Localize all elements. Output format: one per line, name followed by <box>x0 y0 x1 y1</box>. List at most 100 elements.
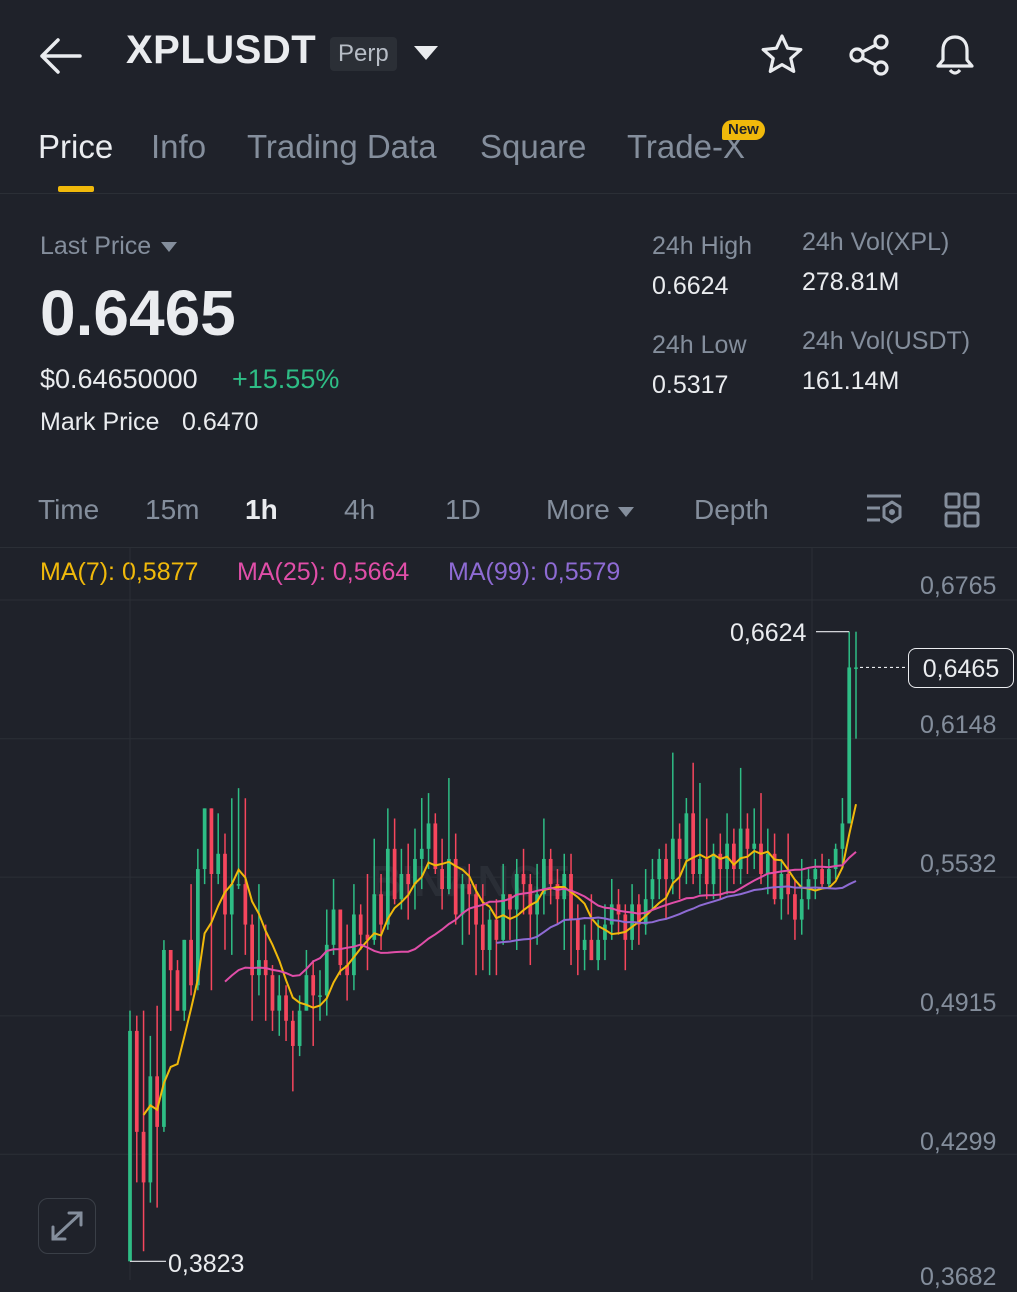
candle-body <box>406 874 411 885</box>
symbol-title[interactable]: XPLUSDT <box>126 28 316 73</box>
candle-body <box>677 838 682 859</box>
candle-body <box>338 909 343 966</box>
candle-body <box>297 1010 302 1046</box>
y-tick: 0,5532 <box>920 850 997 878</box>
interval-more[interactable]: More <box>546 494 634 526</box>
candle-body <box>820 869 824 885</box>
y-tick: 0,6148 <box>920 711 997 739</box>
low-value: 0.5317 <box>652 371 729 399</box>
candle-body <box>385 848 390 925</box>
mark-price-label: Mark Price <box>40 408 160 436</box>
candle-body <box>352 914 356 976</box>
star-icon[interactable] <box>759 32 805 78</box>
candle-body <box>528 884 533 915</box>
chart-grid <box>0 548 1017 1280</box>
candle-body <box>854 667 858 669</box>
candle-body <box>664 858 668 880</box>
candle-body <box>508 894 512 910</box>
vol-quote-value: 161.14M <box>802 367 900 395</box>
candle-body <box>745 828 750 849</box>
candle-body <box>826 869 831 885</box>
expand-icon <box>51 1211 83 1241</box>
candle-body <box>684 813 689 859</box>
candle-body <box>128 1030 132 1262</box>
tab-info[interactable]: Info <box>151 128 206 166</box>
candle-body <box>494 919 499 940</box>
y-tick: 0,4915 <box>920 989 997 1017</box>
vol-base-value: 278.81M <box>802 268 900 296</box>
candle-body <box>236 884 241 886</box>
interval-time[interactable]: Time <box>38 494 99 526</box>
candle-body <box>358 914 363 935</box>
fullscreen-button[interactable] <box>38 1198 96 1254</box>
grid-layout-icon[interactable] <box>944 492 980 528</box>
candle-body <box>175 970 180 1011</box>
tab-trading-data[interactable]: Trading Data <box>247 128 437 166</box>
candle-body <box>596 939 601 961</box>
candle-body <box>691 813 696 875</box>
candles <box>128 631 858 1262</box>
tab-price[interactable]: Price <box>38 128 113 166</box>
candle-body <box>148 1076 153 1183</box>
candle-body <box>331 909 336 945</box>
candle-body <box>134 1030 139 1132</box>
candle-body <box>548 858 553 885</box>
candlestick-chart[interactable]: BINANCE <box>0 548 1017 1280</box>
y-tick: 0,4299 <box>920 1128 997 1156</box>
candle-body <box>162 949 166 1127</box>
candle-body <box>270 975 275 1011</box>
candle-body <box>182 939 187 1011</box>
last-price: 0.6465 <box>40 277 236 349</box>
candle-body <box>793 894 797 920</box>
candle-body <box>799 899 804 920</box>
back-arrow-icon[interactable] <box>38 36 84 76</box>
active-tab-indicator <box>58 186 94 192</box>
candle-body <box>765 853 770 875</box>
candle-body <box>290 1020 295 1046</box>
candle-body <box>229 884 234 915</box>
symbol-dropdown-icon[interactable] <box>414 46 438 60</box>
candle-body <box>284 995 288 1021</box>
candle-body <box>623 914 628 940</box>
candle-body <box>223 853 227 915</box>
candle-body <box>243 884 248 925</box>
current-price-tag: 0,6465 <box>908 648 1014 688</box>
candle-body <box>480 924 485 950</box>
candle-body <box>650 879 655 900</box>
share-icon[interactable] <box>846 32 892 78</box>
candle-body <box>379 894 383 925</box>
usd-price: $0.64650000 <box>40 364 198 394</box>
vol-quote-label: 24h Vol(USDT) <box>802 327 971 355</box>
tab-square[interactable]: Square <box>480 128 586 166</box>
interval-1d[interactable]: 1D <box>445 494 481 526</box>
bell-icon[interactable] <box>932 32 978 78</box>
low-annotation: 0,3823 <box>168 1250 245 1278</box>
high-value: 0.6624 <box>652 272 729 300</box>
candle-body <box>603 924 607 940</box>
candle-body <box>433 823 438 870</box>
high-label: 24h High <box>652 232 753 260</box>
candle-body <box>460 884 465 915</box>
candle-body <box>141 1131 146 1183</box>
mark-price-value: 0.6470 <box>182 408 259 436</box>
last-price-label[interactable]: Last Price <box>40 232 178 261</box>
candle-body <box>589 939 594 961</box>
candle-body <box>759 843 763 875</box>
chart-settings-icon[interactable] <box>864 490 904 530</box>
candle-body <box>216 853 221 875</box>
high-annotation: 0,6624 <box>730 619 807 647</box>
interval-4h[interactable]: 4h <box>344 494 375 526</box>
new-badge: New <box>722 120 765 140</box>
caret-down-icon <box>161 242 178 253</box>
candle-body <box>202 808 207 870</box>
candle-body <box>786 874 791 895</box>
candle-body <box>718 853 723 870</box>
depth-tab[interactable]: Depth <box>694 494 769 526</box>
interval-1h[interactable]: 1h <box>245 494 278 526</box>
interval-15m[interactable]: 15m <box>145 494 199 526</box>
candle-body <box>582 939 587 950</box>
candle-body <box>277 995 282 1011</box>
tabs-divider <box>0 193 1017 194</box>
caret-down-icon <box>617 506 634 517</box>
candle-body <box>521 874 526 885</box>
